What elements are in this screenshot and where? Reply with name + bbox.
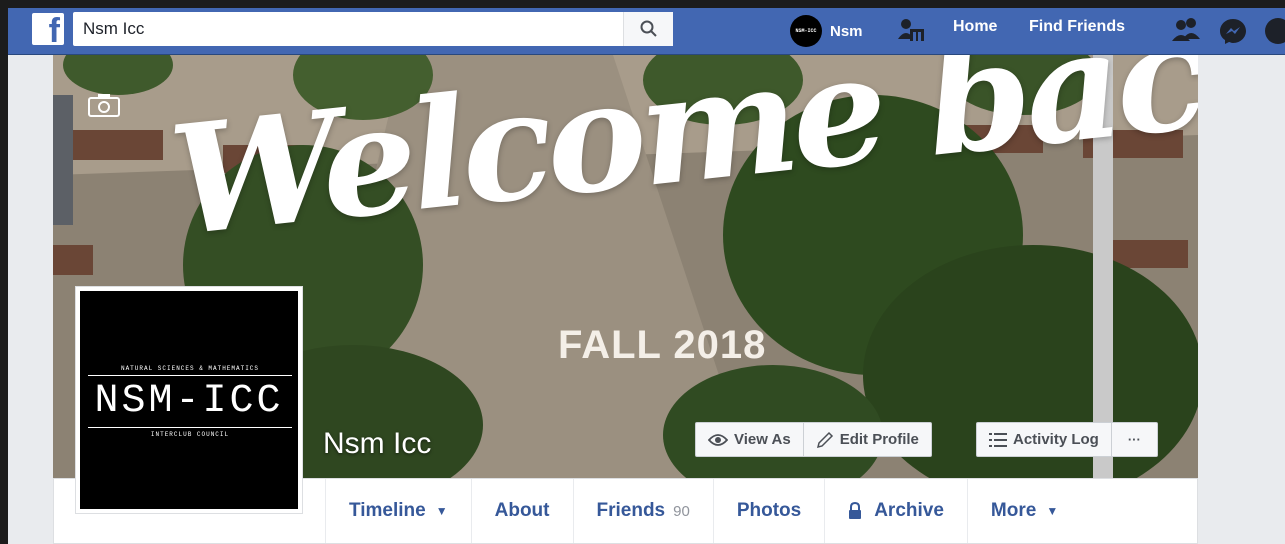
- tab-archive[interactable]: Archive: [824, 479, 967, 543]
- profile-picture-image: NATURAL SCIENCES & MATHEMATICS NSM-ICC I…: [80, 291, 298, 509]
- activity-log-label: Activity Log: [1013, 431, 1099, 448]
- view-as-button[interactable]: View As: [696, 423, 804, 456]
- list-icon: [989, 432, 1007, 447]
- tab-about[interactable]: About: [470, 479, 573, 543]
- facebook-logo[interactable]: f: [32, 13, 64, 45]
- messenger-icon[interactable]: [1219, 17, 1247, 45]
- profile-picture-top-text: NATURAL SCIENCES & MATHEMATICS: [120, 365, 260, 372]
- profile-picture[interactable]: NATURAL SCIENCES & MATHEMATICS NSM-ICC I…: [75, 286, 303, 514]
- tab-about-label: About: [494, 500, 550, 521]
- nav-profile-link[interactable]: NSM-ICC Nsm: [790, 15, 863, 47]
- profile-picture-divider: [88, 427, 292, 428]
- more-options-icon: ···: [1127, 432, 1141, 447]
- pencil-icon: [816, 431, 833, 448]
- friends-count: 90: [673, 502, 690, 520]
- notifications-icon[interactable]: [1264, 17, 1285, 45]
- profile-picture-bottom-text: INTERCLUB COUNCIL: [150, 431, 230, 438]
- tab-more-label: More: [990, 500, 1037, 521]
- find-friends-link[interactable]: Find Friends: [1029, 18, 1125, 36]
- profile-picture-main-text: NSM-ICC: [94, 379, 284, 424]
- activity-log-button[interactable]: Activity Log: [977, 423, 1112, 456]
- view-as-label: View As: [734, 431, 791, 448]
- activity-action-group: Activity Log ···: [976, 422, 1158, 457]
- edit-profile-label: Edit Profile: [839, 431, 919, 448]
- chevron-down-icon: ▼: [1046, 504, 1059, 518]
- nav-user-name: Nsm: [830, 22, 863, 40]
- cover-subline: FALL 2018: [558, 323, 767, 367]
- tab-photos-label: Photos: [736, 500, 802, 521]
- friend-requests-icon[interactable]: [1171, 17, 1201, 43]
- chevron-down-icon: ▼: [435, 504, 448, 518]
- profile-tabs: Timeline ▼ About Friends 90 Photos Archi…: [325, 479, 1081, 543]
- facebook-logo-letter: f: [48, 13, 60, 45]
- tab-friends-label: Friends: [596, 500, 666, 521]
- tab-friends[interactable]: Friends 90: [572, 479, 713, 543]
- tab-archive-label: Archive: [874, 500, 944, 521]
- avatar: NSM-ICC: [790, 15, 822, 47]
- profile-action-group: View As Edit Profile: [695, 422, 932, 457]
- screen-frame-left: [0, 0, 8, 544]
- page-title[interactable]: Nsm Icc: [323, 427, 431, 461]
- top-navigation-bar: f NSM-ICC Nsm Home Find Friends: [8, 8, 1285, 55]
- screen-frame-top: [0, 0, 1285, 8]
- tab-photos[interactable]: Photos: [712, 479, 824, 543]
- search-button[interactable]: [623, 12, 673, 46]
- facebook-page: f NSM-ICC Nsm Home Find Friends: [8, 8, 1285, 544]
- lock-icon: [849, 502, 862, 519]
- find-friends-icon[interactable]: [898, 17, 926, 43]
- camera-icon[interactable]: [88, 93, 120, 117]
- search-box: [73, 12, 673, 46]
- profile-picture-divider: [88, 375, 292, 376]
- tab-timeline-label: Timeline: [349, 500, 426, 521]
- home-link[interactable]: Home: [953, 18, 997, 36]
- tab-timeline[interactable]: Timeline ▼: [325, 479, 471, 543]
- edit-profile-button[interactable]: Edit Profile: [804, 423, 931, 456]
- eye-icon: [708, 433, 728, 446]
- tab-more[interactable]: More ▼: [966, 479, 1081, 543]
- search-icon: [640, 20, 657, 37]
- search-input[interactable]: [73, 12, 623, 46]
- more-options-button[interactable]: ···: [1112, 423, 1157, 456]
